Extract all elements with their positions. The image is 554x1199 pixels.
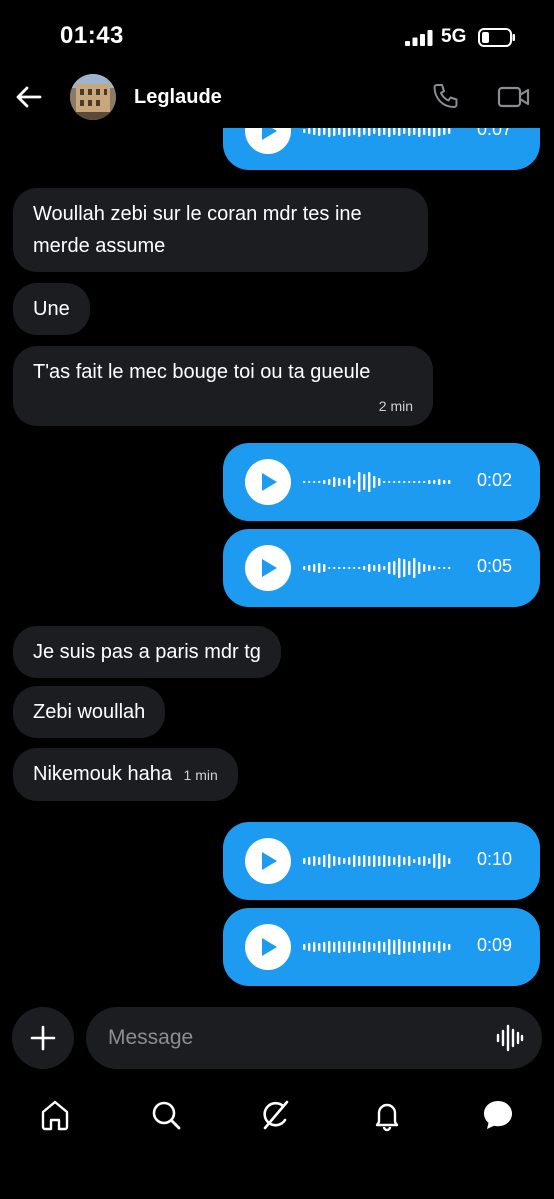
incoming-message: Zebi woullah [13, 686, 166, 738]
contact-avatar[interactable] [70, 74, 116, 120]
message-field[interactable] [86, 1007, 542, 1069]
battery-icon [478, 28, 515, 47]
play-icon [262, 473, 277, 491]
play-button[interactable] [245, 128, 291, 154]
notifications-bell-icon[interactable] [370, 1098, 404, 1132]
message-text: Woullah zebi sur le coran mdr tes ine me… [33, 203, 362, 257]
voice-message: 0:07 [223, 128, 540, 170]
play-icon [262, 852, 277, 870]
play-button[interactable] [245, 924, 291, 970]
status-time: 01:43 [60, 22, 124, 49]
voice-duration: 0:07 [476, 128, 512, 139]
voice-duration: 0:10 [476, 849, 512, 869]
message-input[interactable] [108, 1007, 488, 1069]
message-timestamp: 1 min [183, 767, 218, 783]
waveform [303, 558, 451, 578]
video-camera-icon[interactable] [497, 84, 531, 110]
plus-icon [30, 1025, 56, 1051]
add-attachment-button[interactable] [12, 1007, 74, 1069]
waveform [303, 472, 451, 492]
grok-icon[interactable] [259, 1098, 293, 1132]
voice-message: 0:05 [223, 529, 540, 607]
contact-name[interactable]: Leglaude [134, 86, 222, 109]
back-arrow-icon[interactable] [14, 82, 44, 112]
message-list: 0:07 Woullah zebi sur le coran mdr tes i… [0, 128, 554, 998]
signal-icon [405, 30, 433, 46]
waveform [303, 128, 451, 137]
message-timestamp: 2 min [378, 398, 413, 414]
play-button[interactable] [245, 838, 291, 884]
incoming-message: Une [13, 283, 90, 335]
home-icon[interactable] [38, 1098, 72, 1132]
bottom-navigation [0, 1090, 554, 1150]
play-button[interactable] [245, 545, 291, 591]
incoming-message: Nikemouk haha 1 min [13, 748, 238, 801]
play-icon [262, 128, 277, 140]
voice-message: 0:10 [223, 822, 540, 900]
message-text: T'as fait le mec bouge toi ou ta gueule [33, 361, 371, 383]
messages-icon[interactable] [481, 1098, 515, 1132]
play-icon [262, 938, 277, 956]
incoming-message: Woullah zebi sur le coran mdr tes ine me… [13, 188, 428, 272]
waveform [303, 939, 451, 955]
voice-message: 0:02 [223, 443, 540, 521]
message-composer [0, 1005, 554, 1073]
network-type: 5G [441, 26, 467, 47]
voice-duration: 0:02 [476, 470, 512, 490]
play-button[interactable] [245, 459, 291, 505]
message-text: Nikemouk haha [33, 763, 172, 785]
voice-wave-icon[interactable] [496, 1023, 524, 1053]
search-icon[interactable] [149, 1098, 183, 1132]
waveform [303, 853, 451, 869]
voice-duration: 0:09 [476, 935, 512, 955]
voice-message: 0:09 [223, 908, 540, 986]
incoming-message: T'as fait le mec bouge toi ou ta gueule … [13, 346, 433, 426]
message-text: Une [33, 298, 70, 320]
message-text: Je suis pas a paris mdr tg [33, 641, 261, 663]
incoming-message: Je suis pas a paris mdr tg [13, 626, 281, 678]
voice-duration: 0:05 [476, 556, 512, 576]
play-icon [262, 559, 277, 577]
message-text: Zebi woullah [33, 701, 146, 723]
status-bar: 01:43 5G [0, 0, 554, 70]
conversation-header: Leglaude [0, 70, 554, 130]
phone-icon[interactable] [430, 82, 460, 112]
